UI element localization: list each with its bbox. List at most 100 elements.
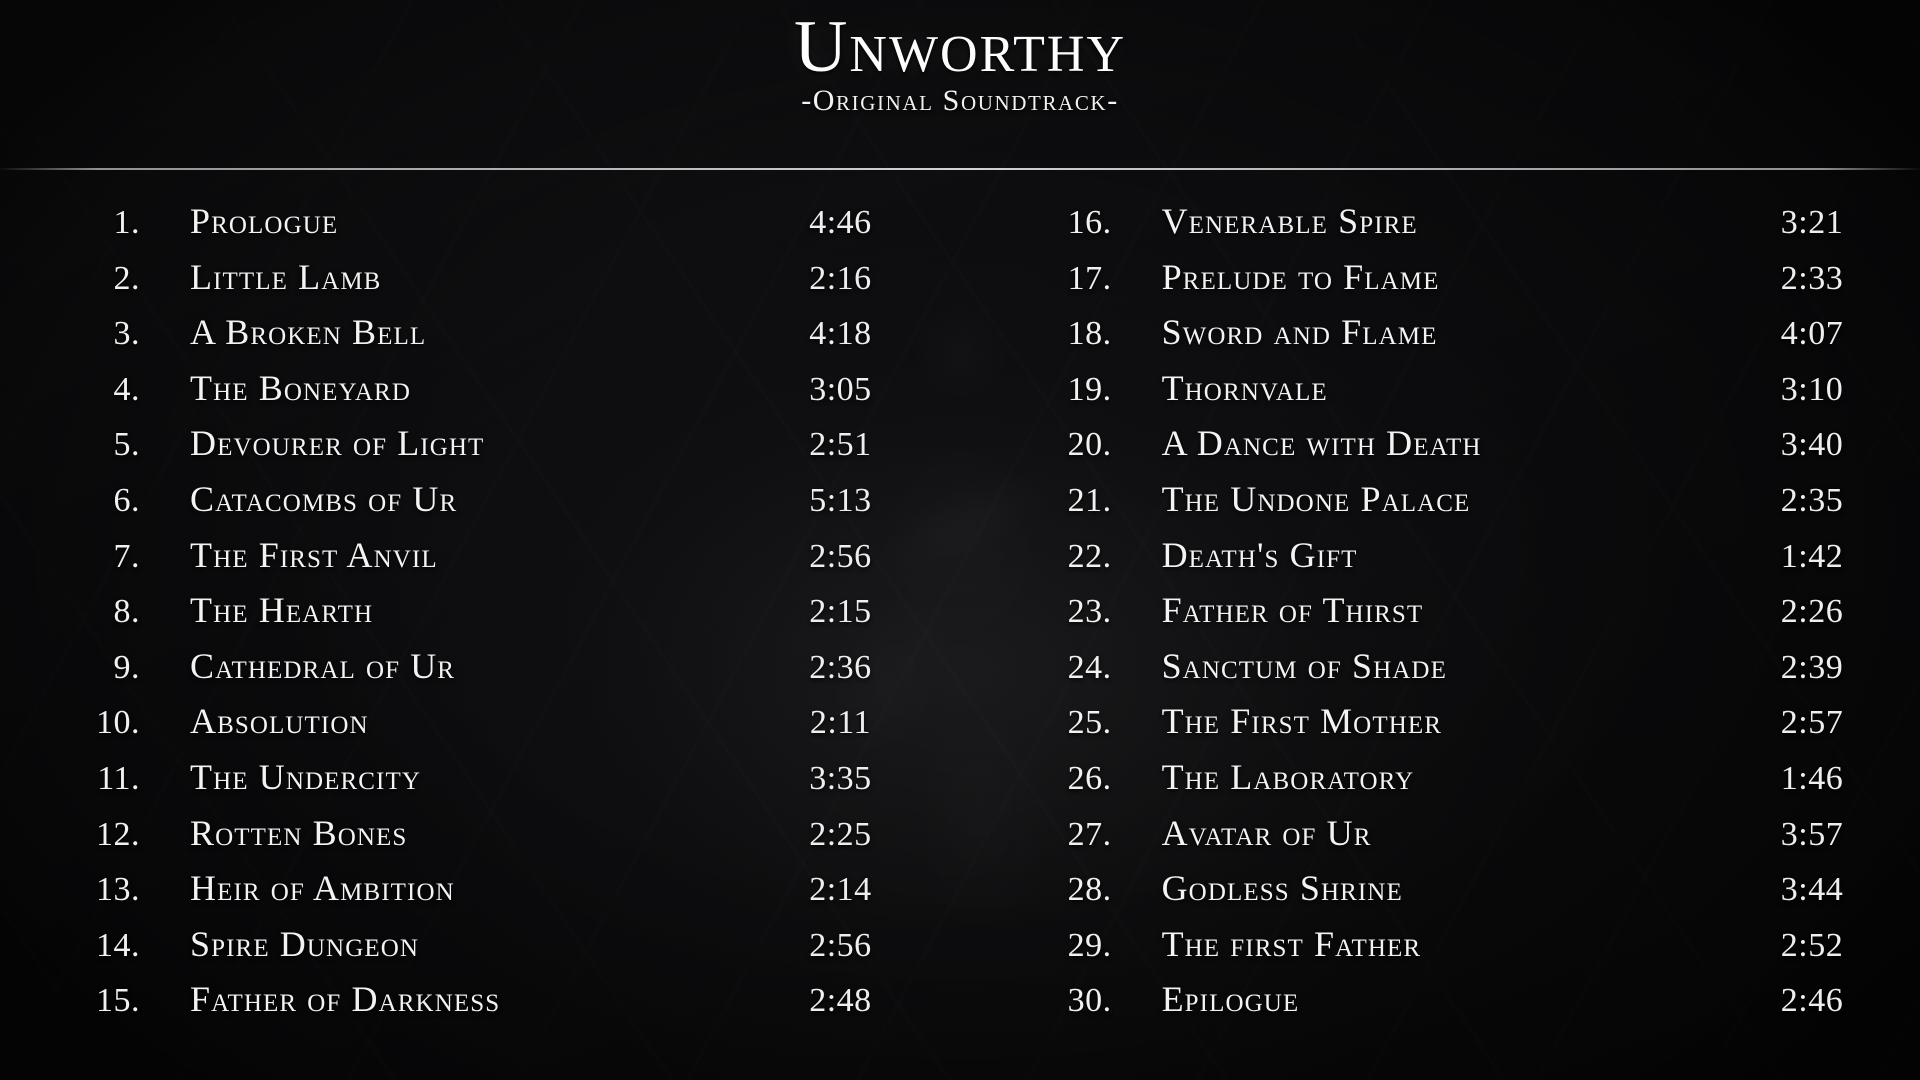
track-title: The First Anvil — [190, 534, 438, 575]
tracklist: 1. Prologue 4:46 2. Little Lamb 2:16 3. A Broke… — [0, 176, 1920, 1080]
track-row[interactable]: 3. A Broken Bell 4:18 — [52, 311, 896, 367]
track-row[interactable]: 5. Devourer of Light 2:51 — [52, 422, 896, 478]
track-duration: 2:48 — [809, 982, 872, 1020]
track-row[interactable]: 23. Father of Thirst 2:26 — [1024, 589, 1868, 645]
track-number: 20. — [1067, 426, 1112, 464]
track-duration: 2:39 — [1780, 648, 1844, 686]
track-title: The First Mother — [1161, 701, 1443, 742]
track-title: Catacombs of Ur — [190, 478, 458, 519]
track-duration: 2:56 — [809, 926, 872, 964]
track-duration: 3:10 — [1780, 370, 1844, 408]
track-row[interactable]: 16. Venerable Spire 3:21 — [1024, 200, 1868, 256]
track-number: 29. — [1067, 926, 1112, 964]
track-row[interactable]: 10. Absolution 2:11 — [52, 700, 896, 756]
track-title: The Boneyard — [190, 367, 411, 408]
track-row[interactable]: 4. The Boneyard 3:05 — [52, 367, 896, 423]
track-duration: 1:46 — [1780, 759, 1844, 797]
track-duration: 1:42 — [1780, 537, 1844, 575]
track-row[interactable]: 24. Sanctum of Shade 2:39 — [1024, 645, 1868, 701]
track-title: The Laboratory — [1161, 756, 1415, 797]
track-title: Avatar of Ur — [1161, 812, 1372, 853]
track-title: Devourer of Light — [190, 423, 485, 464]
track-duration: 4:46 — [809, 204, 872, 241]
track-number: 25. — [1067, 704, 1112, 742]
track-duration: 5:13 — [809, 481, 872, 519]
track-row[interactable]: 30. Epilogue 2:46 — [1024, 978, 1868, 1034]
track-title: Spire Dungeon — [190, 923, 420, 964]
track-title: The Undercity — [190, 756, 421, 797]
track-row[interactable]: 27. Avatar of Ur 3:57 — [1024, 812, 1868, 868]
track-number: 5. — [113, 426, 140, 464]
track-duration: 2:15 — [809, 593, 872, 631]
track-number: 3. — [113, 315, 140, 353]
track-number: 7. — [113, 537, 140, 575]
track-row[interactable]: 2. Little Lamb 2:16 — [52, 256, 896, 312]
track-title: Little Lamb — [190, 256, 382, 297]
track-row[interactable]: 11. The Undercity 3:35 — [52, 756, 896, 812]
track-row[interactable]: 1. Prologue 4:46 — [52, 200, 896, 256]
track-row[interactable]: 18. Sword and Flame 4:07 — [1024, 311, 1868, 367]
track-row[interactable]: 19. Thornvale 3:10 — [1024, 367, 1868, 423]
track-title: The Undone Palace — [1161, 478, 1471, 519]
track-number: 8. — [113, 593, 140, 631]
track-number: 19. — [1067, 370, 1112, 408]
track-number: 27. — [1067, 815, 1112, 853]
track-duration: 3:21 — [1780, 204, 1844, 241]
track-number: 4. — [113, 370, 140, 408]
track-duration: 2:51 — [809, 426, 872, 464]
track-number: 16. — [1067, 204, 1112, 241]
track-title: Godless Shrine — [1161, 868, 1403, 909]
track-number: 28. — [1067, 871, 1112, 909]
album-title: Unworthy — [793, 6, 1127, 88]
track-row[interactable]: 6. Catacombs of Ur 5:13 — [52, 478, 896, 534]
track-duration: 3:40 — [1780, 426, 1844, 464]
track-duration: 2:26 — [1780, 593, 1844, 631]
track-title: Heir of Ambition — [190, 868, 455, 909]
track-title: Thornvale — [1161, 367, 1328, 408]
track-duration: 4:07 — [1780, 315, 1844, 353]
header-divider — [0, 168, 1920, 170]
tracklist-column-right: 16. Venerable Spire 3:21 17. Prelude to Flam… — [1024, 200, 1868, 1062]
album-subtitle: -Original Soundtrack- — [801, 84, 1119, 117]
track-duration: 2:57 — [1780, 704, 1844, 742]
track-number: 17. — [1067, 259, 1112, 297]
track-row[interactable]: 12. Rotten Bones 2:25 — [52, 812, 896, 868]
track-row[interactable]: 29. The first Father 2:52 — [1024, 923, 1868, 979]
track-title: The Hearth — [190, 590, 374, 631]
track-title: Sanctum of Shade — [1161, 645, 1447, 686]
track-number: 30. — [1067, 982, 1112, 1020]
track-row[interactable]: 17. Prelude to Flame 2:33 — [1024, 256, 1868, 312]
track-row[interactable]: 15. Father of Darkness 2:48 — [52, 978, 896, 1034]
track-title: Venerable Spire — [1161, 201, 1418, 241]
track-row[interactable]: 14. Spire Dungeon 2:56 — [52, 923, 896, 979]
track-duration: 2:16 — [809, 259, 872, 297]
track-number: 23. — [1067, 593, 1112, 631]
track-duration: 2:35 — [1780, 481, 1844, 519]
track-number: 6. — [113, 481, 140, 519]
track-row[interactable]: 7. The First Anvil 2:56 — [52, 534, 896, 590]
track-title: The first Father — [1161, 923, 1422, 964]
track-row[interactable]: 22. Death's Gift 1:42 — [1024, 534, 1868, 590]
track-row[interactable]: 21. The Undone Palace 2:35 — [1024, 478, 1868, 534]
track-row[interactable]: 9. Cathedral of Ur 2:36 — [52, 645, 896, 701]
track-number: 21. — [1067, 481, 1112, 519]
header: Unworthy -Original Soundtrack- — [0, 0, 1920, 170]
track-row[interactable]: 25. The First Mother 2:57 — [1024, 700, 1868, 756]
track-number: 26. — [1067, 759, 1112, 797]
track-title: A Dance with Death — [1161, 423, 1482, 464]
track-row[interactable]: 13. Heir of Ambition 2:14 — [52, 867, 896, 923]
track-duration: 2:56 — [809, 537, 872, 575]
track-duration: 2:52 — [1780, 926, 1844, 964]
track-title: Epilogue — [1161, 979, 1300, 1020]
track-row[interactable]: 26. The Laboratory 1:46 — [1024, 756, 1868, 812]
track-duration: 2:11 — [809, 704, 872, 742]
track-duration: 2:33 — [1780, 259, 1844, 297]
track-row[interactable]: 28. Godless Shrine 3:44 — [1024, 867, 1868, 923]
track-title: Rotten Bones — [190, 812, 408, 853]
track-duration: 2:25 — [809, 815, 872, 853]
track-row[interactable]: 8. The Hearth 2:15 — [52, 589, 896, 645]
track-number: 10. — [96, 704, 140, 742]
track-number: 11. — [97, 759, 140, 797]
track-row[interactable]: 20. A Dance with Death 3:40 — [1024, 422, 1868, 478]
track-number: 13. — [96, 871, 140, 909]
